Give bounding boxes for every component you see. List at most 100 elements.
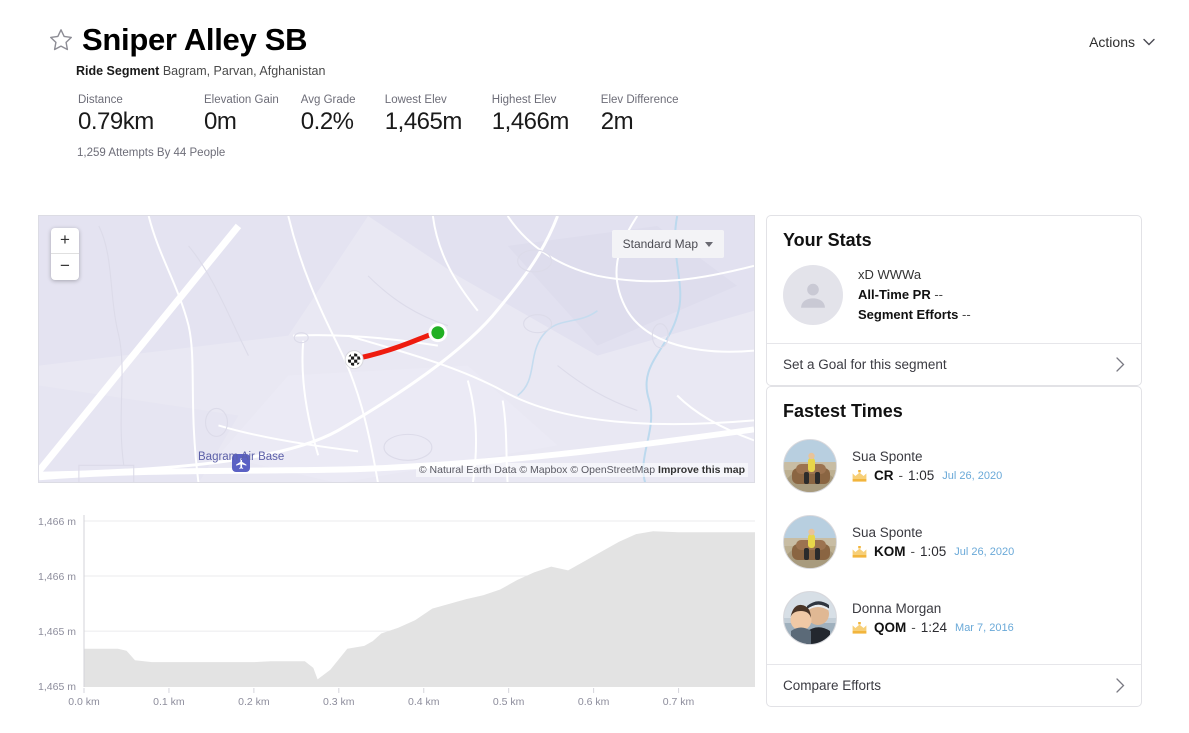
fastest-times-title: Fastest Times	[783, 401, 903, 421]
list-item[interactable]: Sua Sponte KOM - 1:05 Jul 26, 2020	[767, 504, 1141, 580]
chart-y-tick: 1,465 m	[38, 681, 76, 693]
chart-x-tick: 0.7 km	[663, 696, 695, 708]
chart-y-tick: 1,466 m	[38, 571, 76, 583]
separator: -	[911, 620, 916, 635]
compare-efforts-button[interactable]: Compare Efforts	[767, 664, 1141, 706]
chart-x-axis-labels: 0.0 km 0.1 km 0.2 km 0.3 km 0.4 km 0.5 km 0.6 …	[68, 688, 695, 708]
star-outline-icon[interactable]	[48, 27, 74, 53]
all-time-pr-row: All-Time PR --	[858, 285, 971, 305]
stat-label: Distance	[78, 94, 123, 106]
chart-y-axis-labels: 1,466 m 1,466 m 1,465 m 1,465 m	[38, 516, 76, 693]
fastest-times-panel: Fastest Times Sua Sponte CR - 1:05 Jul 2…	[766, 386, 1142, 707]
chart-y-tick: 1,465 m	[38, 626, 76, 638]
map-attribution: © Natural Earth Data © Mapbox © OpenStre…	[415, 463, 748, 477]
your-stats-body: xD WWWa All-Time PR -- Segment Efforts -…	[767, 251, 1141, 343]
stat-distance: Distance 0.79km	[78, 94, 182, 136]
elevation-area	[84, 531, 755, 687]
segment-map[interactable]: Bagram Air Base + − Standard Map © Natur…	[38, 215, 755, 483]
stat-label: Elev Difference	[600, 94, 679, 106]
improve-map-link[interactable]: Improve this map	[658, 464, 745, 476]
chart-y-tick: 1,466 m	[38, 516, 76, 528]
stat-label: Highest Elev	[491, 94, 557, 106]
map-attribution-text: © Natural Earth Data © Mapbox © OpenStre…	[418, 464, 656, 476]
effort-time: 1:05	[920, 544, 947, 559]
chevron-down-icon	[1143, 38, 1155, 46]
chart-x-tick: 0.5 km	[493, 696, 525, 708]
map-zoom-out-button[interactable]: −	[51, 254, 79, 280]
chart-x-tick: 0.0 km	[68, 696, 100, 708]
stat-value: 1,465m	[384, 108, 463, 135]
crown-icon	[852, 621, 867, 634]
effort-time: 1:24	[920, 620, 948, 635]
separator: -	[898, 468, 904, 483]
map-style-label: Standard Map	[622, 237, 698, 251]
compare-efforts-label: Compare Efforts	[783, 678, 882, 693]
map-zoom-in-button[interactable]: +	[51, 228, 79, 254]
status-badge: KOM	[874, 544, 906, 559]
page-title: Sniper Alley SB	[82, 22, 308, 57]
attempts-text: 1,259 Attempts By 44 People	[77, 147, 226, 159]
crown-icon	[852, 545, 867, 558]
athlete-name: Sua Sponte	[852, 449, 923, 464]
list-item-text: Donna Morgan QOM - 1:24 Mar 7, 2016	[852, 601, 1014, 635]
avatar	[783, 591, 837, 645]
stat-lowest-elev: Lowest Elev 1,465m	[385, 94, 470, 136]
stat-avg-grade: Avg Grade 0.2%	[301, 94, 363, 136]
your-stats-panel: Your Stats xD WWWa All-Time PR -- Segmen…	[766, 215, 1142, 387]
stat-value: 1,466m	[491, 108, 570, 135]
effort-time: 1:05	[908, 468, 935, 483]
elevation-profile-chart: 1,466 m 1,466 m 1,465 m 1,465 m 0.0 km 0.1 k…	[38, 505, 755, 720]
green-dot-start-marker	[428, 323, 448, 343]
map-style-selector[interactable]: Standard Map	[611, 230, 724, 258]
list-item[interactable]: Sua Sponte CR - 1:05 Jul 26, 2020	[767, 428, 1141, 504]
chart-x-tick: 0.3 km	[323, 696, 355, 708]
segment-efforts-row: Segment Efforts --	[858, 305, 971, 325]
actions-button[interactable]: Actions	[1089, 34, 1155, 50]
all-time-pr-value: --	[934, 287, 944, 303]
stat-elevation-gain: Elevation Gain 0m	[204, 94, 279, 136]
effort-date: Jul 26, 2020	[954, 545, 1015, 558]
checkered-flag-finish-marker	[344, 350, 364, 370]
caret-down-icon	[705, 241, 713, 247]
crown-icon	[852, 469, 867, 482]
stat-value: 0.2%	[300, 108, 354, 135]
stat-value: 0.79km	[78, 108, 154, 135]
page-header: Sniper Alley SB Ride Segment Bagram, Par…	[0, 0, 1189, 200]
your-stats-lines: xD WWWa All-Time PR -- Segment Efforts -…	[858, 265, 971, 325]
all-time-pr-label: All-Time PR	[858, 287, 931, 303]
list-item-text: Sua Sponte CR - 1:05 Jul 26, 2020	[852, 449, 1002, 483]
effort-date: Jul 26, 2020	[942, 469, 1003, 482]
stat-label: Elevation Gain	[204, 94, 279, 106]
segment-subtitle: Ride Segment Bagram, Parvan, Afghanistan	[76, 64, 325, 78]
map-zoom-controls[interactable]: + −	[51, 228, 79, 280]
default-avatar-icon	[783, 265, 843, 326]
list-item[interactable]: Donna Morgan QOM - 1:24 Mar 7, 2016	[767, 580, 1141, 656]
chart-x-tick: 0.6 km	[578, 696, 610, 708]
athlete-name: Sua Sponte	[852, 525, 923, 540]
result-line: KOM - 1:05 Jul 26, 2020	[852, 544, 1014, 559]
stat-value: 0m	[204, 108, 237, 135]
your-stats-title: Your Stats	[783, 230, 872, 250]
segment-location: Bagram, Parvan, Afghanistan	[162, 64, 326, 78]
result-line: CR - 1:05 Jul 26, 2020	[852, 468, 1002, 483]
segment-stats: Distance 0.79km Elevation Gain 0m Avg Gr…	[78, 94, 701, 136]
stat-elev-difference: Elev Difference 2m	[601, 94, 679, 136]
set-a-goal-button[interactable]: Set a Goal for this segment	[767, 343, 1141, 385]
avatar	[783, 439, 837, 493]
list-item-text: Sua Sponte KOM - 1:05 Jul 26, 2020	[852, 525, 1014, 559]
chart-x-tick: 0.2 km	[238, 696, 270, 708]
chevron-right-icon	[1116, 357, 1125, 373]
actions-label: Actions	[1089, 34, 1135, 50]
chart-x-tick: 0.4 km	[408, 696, 440, 708]
result-line: QOM - 1:24 Mar 7, 2016	[852, 620, 1014, 635]
status-badge: QOM	[874, 620, 907, 635]
segment-type: Ride Segment	[76, 64, 160, 78]
segment-page: Sniper Alley SB Ride Segment Bagram, Par…	[0, 0, 1189, 733]
separator: -	[910, 544, 916, 559]
title-row: Sniper Alley SB	[48, 22, 308, 57]
stat-label: Lowest Elev	[384, 94, 447, 106]
stat-label: Avg Grade	[300, 94, 356, 106]
map-poi-label: Bagram Air Base	[198, 451, 285, 463]
effort-date: Mar 7, 2016	[955, 621, 1014, 634]
segment-efforts-label: Segment Efforts	[858, 307, 959, 323]
